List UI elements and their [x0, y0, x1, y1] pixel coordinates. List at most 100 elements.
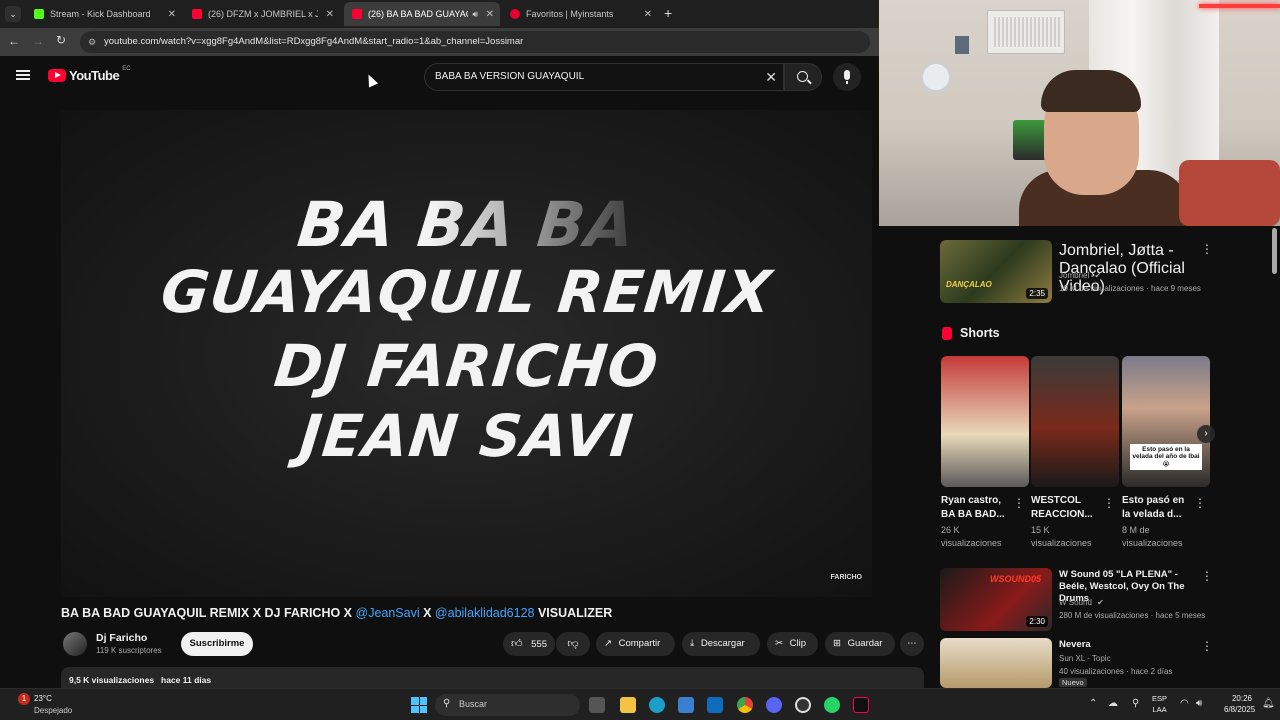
video-player[interactable]: BA BA BA GUAYAQUIL REMIX DJ FARICHO JEAN…	[61, 110, 872, 597]
mention-link[interactable]: @abilaklidad6128	[435, 606, 535, 620]
edge-browser-icon[interactable]	[649, 697, 665, 713]
shorts-icon	[942, 326, 952, 340]
related-sidebar: DANÇALAO 2:35 Jombriel, Jøtta - Dançalao…	[925, 226, 1280, 688]
short-thumbnail[interactable]	[941, 356, 1029, 487]
more-options-icon[interactable]: ⋮	[1201, 569, 1213, 583]
share-icon: ↗	[604, 638, 612, 649]
thumbnail-text: WSOUND05	[990, 574, 1042, 584]
sidebar-scrollbar[interactable]	[1272, 228, 1277, 274]
thumbs-down-icon: 👎︎	[567, 638, 579, 650]
video-thumbnail[interactable]	[940, 638, 1052, 688]
subscribe-button[interactable]: Suscribirme	[181, 632, 253, 656]
like-button[interactable]: 👍︎ 555	[503, 632, 555, 656]
short-thumbnail[interactable]	[1031, 356, 1119, 487]
youtube-header: YouTube EC BABA BA VERSION GUAYAQUIL ✕	[0, 56, 880, 102]
location-icon[interactable]: ⚲	[1132, 698, 1139, 709]
tab-search-button[interactable]: ⌄	[5, 6, 21, 22]
menu-icon[interactable]	[16, 70, 30, 80]
video-text-line-3: DJ FARICHO	[271, 332, 662, 400]
video-channel[interactable]: Jombriel ✔	[1059, 270, 1101, 282]
video-title[interactable]: Nevera	[1059, 639, 1091, 651]
chrome-browser-icon[interactable]	[737, 697, 753, 713]
youtube-favicon-icon	[192, 9, 202, 19]
short-overlay-text: Esto pasó en la velada del año de Ibai 😭	[1130, 444, 1202, 470]
taskbar-search[interactable]: ⚲ Buscar	[435, 694, 580, 716]
video-meta: 19 M de visualizaciones · hace 9 meses	[1059, 284, 1201, 293]
more-options-icon[interactable]: ⋮	[1103, 496, 1115, 510]
search-button[interactable]	[784, 63, 822, 91]
short-views: 15 K visualizaciones	[1031, 525, 1092, 548]
shorts-next-button[interactable]: ›	[1197, 425, 1215, 443]
wifi-icon[interactable]: ◠	[1180, 698, 1189, 709]
language-indicator[interactable]: ESP LAA	[1152, 693, 1167, 715]
outlook-icon[interactable]	[707, 697, 723, 713]
forward-arrow-icon[interactable]: →	[32, 34, 44, 48]
close-icon[interactable]: ✕	[168, 9, 176, 20]
short-thumbnail[interactable]: Esto pasó en la velada del año de Ibai 😭	[1122, 356, 1210, 487]
kick-favicon-icon	[34, 9, 44, 19]
short-title[interactable]: Ryan castro, BA BA BAD...	[941, 494, 1009, 522]
store-icon[interactable]	[678, 697, 694, 713]
speaker-icon[interactable]: 🔊︎	[472, 9, 478, 20]
close-icon[interactable]: ✕	[644, 9, 652, 20]
task-view-icon[interactable]	[589, 697, 605, 713]
clock[interactable]: 20:26 6/8/2025	[1224, 693, 1256, 715]
clip-button[interactable]: ✂ Clip	[767, 632, 818, 656]
tiktok-icon[interactable]	[853, 697, 869, 713]
save-button[interactable]: ⊞ Guardar	[825, 632, 895, 656]
search-placeholder: Buscar	[459, 699, 488, 709]
browser-tab-myinstants[interactable]: Favoritos | Myinstants ✕	[502, 2, 658, 26]
clear-search-icon[interactable]: ✕	[765, 64, 777, 90]
voice-search-button[interactable]	[833, 63, 861, 91]
logo-text: YouTube	[69, 68, 120, 83]
network-icon[interactable]: ☁	[1108, 698, 1118, 709]
address-bar[interactable]: ⚙ youtube.com/watch?v=xgg8Fg4AndM&list=R…	[80, 31, 870, 53]
discord-icon[interactable]	[766, 697, 782, 713]
dislike-button[interactable]: 👎︎	[556, 632, 590, 656]
channel-name[interactable]: Dj Faricho	[96, 632, 147, 644]
youtube-logo[interactable]: YouTube EC	[48, 66, 131, 83]
scissors-icon: ✂	[775, 638, 783, 649]
video-thumbnail[interactable]: WSOUND05 2:30	[940, 568, 1052, 631]
download-button[interactable]: ⤓ Descargar	[682, 632, 760, 656]
site-info-icon[interactable]: ⚙	[88, 31, 96, 53]
short-title[interactable]: WESTCOL REACCION...	[1031, 494, 1099, 522]
more-options-icon[interactable]: ⋮	[1013, 496, 1025, 510]
more-options-icon[interactable]: ⋮	[1201, 639, 1213, 653]
more-options-icon[interactable]: ⋮	[1194, 496, 1206, 510]
mention-link[interactable]: @JeanSavi	[356, 606, 420, 620]
browser-tab-dfzm[interactable]: (26) DFZM x JOMBRIEL x JOWELL ✕	[184, 2, 340, 26]
obs-icon[interactable]	[795, 697, 811, 713]
pillow	[1179, 160, 1280, 226]
video-channel[interactable]: Sun XL - Topic	[1059, 653, 1111, 665]
new-tab-button[interactable]: +	[664, 5, 672, 21]
video-channel[interactable]: W Sound ✔	[1059, 597, 1104, 609]
weather-widget[interactable]: 1 23°C Despejado	[10, 692, 90, 718]
channel-avatar[interactable]	[63, 632, 87, 656]
clock-time: 20:26	[1231, 694, 1252, 703]
short-title[interactable]: Esto pasó en la velada d...	[1122, 494, 1190, 522]
whatsapp-icon[interactable]	[824, 697, 840, 713]
clock-date: 6/8/2025	[1224, 705, 1256, 714]
close-icon[interactable]: ✕	[326, 9, 334, 20]
browser-tab-active[interactable]: (26) BA BA BAD GUAYAQUIL 🔊︎ ✕	[344, 2, 500, 26]
channel-watermark[interactable]: FARICHO	[831, 574, 863, 581]
search-input[interactable]: BABA BA VERSION GUAYAQUIL ✕	[424, 63, 784, 91]
video-meta: 280 M de visualizaciones · hace 5 meses	[1059, 611, 1206, 620]
back-arrow-icon[interactable]: ←	[8, 34, 20, 48]
close-icon[interactable]: ✕	[486, 9, 494, 20]
verified-icon: ✔	[1094, 271, 1102, 280]
windows-taskbar: 1 23°C Despejado ⚲ Buscar ⌃ ☁ ⚲ ESP LAA …	[0, 688, 1280, 720]
share-button[interactable]: ↗ Compartir	[596, 632, 675, 656]
browser-tab-kick[interactable]: Stream - Kick Dashboard ✕	[26, 2, 182, 26]
reload-icon[interactable]: ↻	[56, 33, 66, 47]
volume-icon[interactable]: 🔊︎	[1196, 698, 1202, 709]
tray-overflow-icon[interactable]: ⌃	[1089, 698, 1097, 709]
file-explorer-icon[interactable]	[620, 697, 636, 713]
more-actions-button[interactable]: ⋯	[900, 632, 924, 656]
start-button[interactable]	[411, 697, 427, 713]
more-options-icon[interactable]: ⋮	[1201, 242, 1213, 256]
notifications-icon[interactable]: 🔔︎	[1262, 698, 1275, 709]
tab-title: Favoritos | Myinstants	[526, 9, 614, 19]
video-thumbnail[interactable]: DANÇALAO 2:35	[940, 240, 1052, 303]
